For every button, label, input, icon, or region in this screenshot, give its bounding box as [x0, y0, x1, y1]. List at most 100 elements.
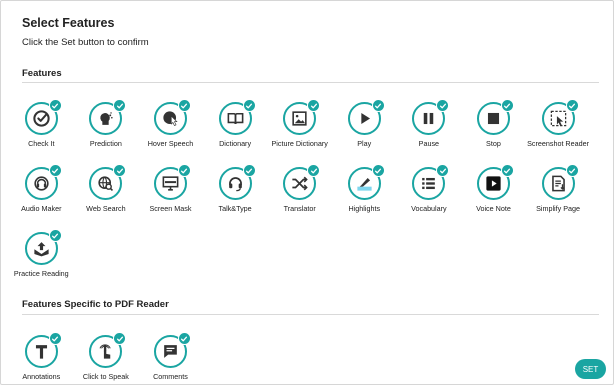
feature-icon-button[interactable]: [541, 99, 579, 135]
feature-tile-screenshot-reader[interactable]: Screenshot Reader: [526, 99, 591, 159]
feature-label: Screen Mask: [149, 204, 192, 213]
checkmark-icon: [113, 164, 127, 177]
feature-tile-pause[interactable]: Pause: [397, 99, 462, 159]
feature-icon-button[interactable]: [283, 164, 321, 200]
feature-icon-button[interactable]: [89, 99, 127, 135]
feature-tile-picture-dictionary[interactable]: Picture Dictionary: [267, 99, 332, 159]
checkmark-icon: [565, 99, 579, 112]
feature-label: Pause: [418, 139, 440, 148]
click-to-speak-icon: [99, 344, 112, 359]
checkmark-icon: [371, 99, 385, 112]
section-heading-features: Features: [22, 68, 62, 79]
feature-icon-button[interactable]: [283, 99, 321, 135]
pdf-features-grid: Annotations Click to Speak Comments: [9, 332, 590, 392]
feature-label: Vocabulary: [411, 204, 447, 213]
feature-icon-button[interactable]: [412, 164, 450, 200]
feature-tile-talk-type[interactable]: Talk&Type: [203, 164, 268, 224]
feature-tile-comments[interactable]: Comments: [138, 332, 203, 392]
feature-icon-button[interactable]: [541, 164, 579, 200]
feature-tile-check-it[interactable]: Check It: [9, 99, 74, 159]
feature-tile-screen-mask[interactable]: Screen Mask: [138, 164, 203, 224]
feature-icon-button[interactable]: [24, 229, 62, 265]
comments-icon: [164, 345, 177, 358]
section-heading-pdf: Features Specific to PDF Reader: [22, 299, 169, 310]
practice-reading-icon: [34, 242, 49, 257]
feature-icon-button[interactable]: [89, 164, 127, 200]
hover-speech-icon: [163, 111, 178, 127]
highlights-icon: [357, 177, 372, 191]
dialog: Select Features Click the Set button to …: [0, 0, 614, 385]
feature-icon-button[interactable]: [476, 99, 514, 135]
feature-label: Comments: [153, 372, 188, 381]
feature-icon-button[interactable]: [476, 164, 514, 200]
checkmark-icon: [500, 99, 514, 112]
feature-tile-vocabulary[interactable]: Vocabulary: [397, 164, 462, 224]
feature-label: Audio Maker: [21, 204, 62, 213]
feature-tile-stop[interactable]: Stop: [461, 99, 526, 159]
checkmark-icon: [242, 99, 256, 112]
checkmark-icon: [371, 164, 385, 177]
feature-tile-play[interactable]: Play: [332, 99, 397, 159]
screenshot-reader-icon: [550, 110, 566, 127]
feature-icon-button[interactable]: [89, 332, 127, 368]
checkmark-icon: [48, 229, 62, 242]
feature-tile-audio-maker[interactable]: Audio Maker: [9, 164, 74, 224]
checkmark-icon: [307, 99, 321, 112]
feature-icon-button[interactable]: [153, 332, 191, 368]
feature-tile-annotations[interactable]: Annotations: [9, 332, 74, 392]
checkmark-icon: [436, 164, 450, 177]
screen-mask-icon: [162, 176, 179, 191]
feature-label: Practice Reading: [13, 269, 69, 278]
feature-label: Dictionary: [219, 139, 252, 148]
checkmark-icon: [177, 99, 191, 112]
feature-tile-prediction[interactable]: Prediction: [74, 99, 139, 159]
checkmark-icon: [307, 164, 321, 177]
voice-note-icon: [486, 176, 501, 191]
feature-icon-button[interactable]: [153, 99, 191, 135]
feature-tile-voice-note[interactable]: Voice Note: [461, 164, 526, 224]
feature-icon-button[interactable]: [347, 164, 385, 200]
check-it-icon: [33, 110, 50, 127]
checkmark-icon: [500, 164, 514, 177]
feature-icon-button[interactable]: [412, 99, 450, 135]
play-icon: [361, 112, 370, 125]
feature-label: Screenshot Reader: [527, 139, 590, 148]
checkmark-icon: [177, 164, 191, 177]
checkmark-icon: [177, 332, 191, 345]
feature-icon-button[interactable]: [153, 164, 191, 200]
checkmark-icon: [436, 99, 450, 112]
feature-label: Play: [357, 139, 372, 148]
translator-icon: [292, 176, 308, 191]
vocabulary-icon: [422, 177, 436, 190]
feature-tile-simplify-page[interactable]: Simplify Page: [526, 164, 591, 224]
feature-tile-web-search[interactable]: Web Search: [74, 164, 139, 224]
page-subtitle: Click the Set button to confirm: [22, 37, 149, 48]
feature-label: Annotations: [22, 372, 61, 381]
dictionary-icon: [227, 112, 243, 125]
checkmark-icon: [113, 332, 127, 345]
pause-icon: [424, 112, 434, 125]
feature-icon-button[interactable]: [218, 164, 256, 200]
feature-label: Simplify Page: [536, 204, 581, 213]
set-button[interactable]: SET: [575, 359, 606, 379]
feature-label: Prediction: [89, 139, 122, 148]
feature-icon-button[interactable]: [347, 99, 385, 135]
checkmark-icon: [48, 332, 62, 345]
feature-tile-dictionary[interactable]: Dictionary: [203, 99, 268, 159]
feature-tile-practice-reading[interactable]: Practice Reading: [9, 229, 74, 289]
prediction-icon: [100, 112, 114, 125]
feature-icon-button[interactable]: [218, 99, 256, 135]
feature-label: Stop: [486, 139, 501, 148]
feature-icon-button[interactable]: [24, 164, 62, 200]
feature-label: Translator: [283, 204, 316, 213]
feature-tile-translator[interactable]: Translator: [267, 164, 332, 224]
feature-icon-button[interactable]: [24, 99, 62, 135]
simplify-page-icon: [551, 175, 565, 192]
feature-tile-highlights[interactable]: Highlights: [332, 164, 397, 224]
feature-label: Picture Dictionary: [271, 139, 328, 148]
checkmark-icon: [48, 99, 62, 112]
feature-icon-button[interactable]: [24, 332, 62, 368]
talk-type-icon: [228, 177, 242, 192]
feature-tile-click-to-speak[interactable]: Click to Speak: [74, 332, 139, 392]
feature-tile-hover-speech[interactable]: Hover Speech: [138, 99, 203, 159]
